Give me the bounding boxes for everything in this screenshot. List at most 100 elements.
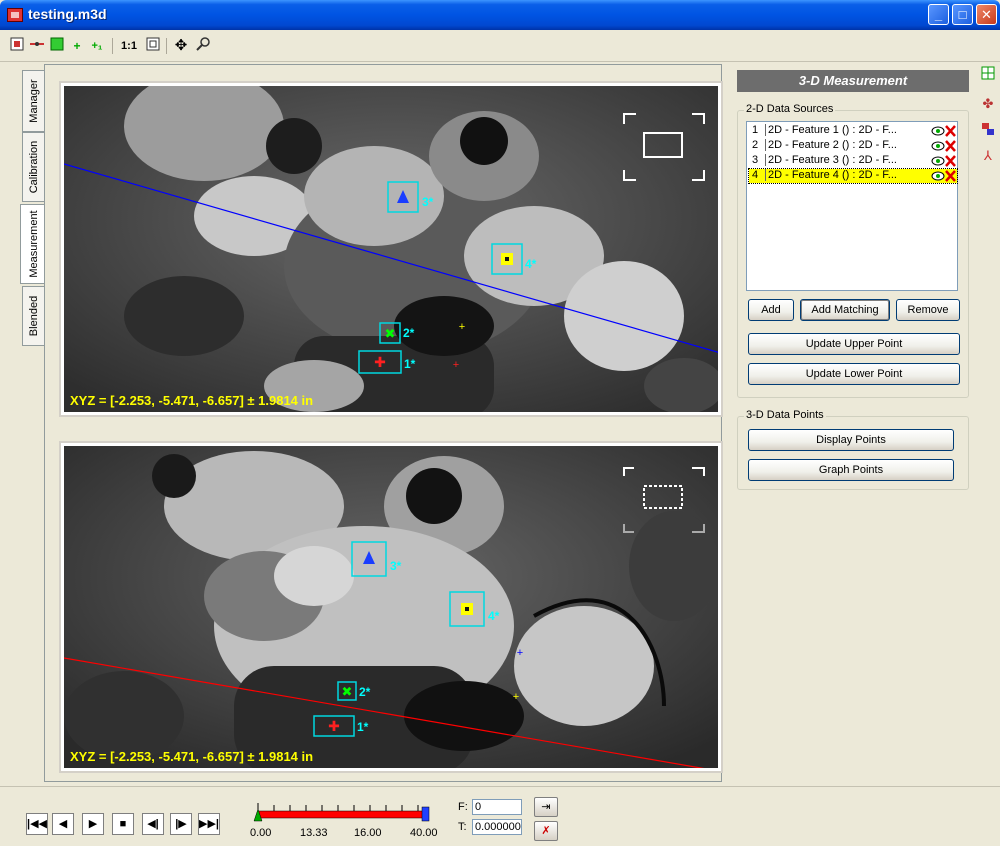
prev-frame-button[interactable]: ◀| (142, 813, 164, 835)
update-lower-point-button[interactable]: Update Lower Point (748, 363, 960, 385)
source-index: 1 (752, 124, 759, 136)
toolbar-separator (112, 38, 113, 54)
group-label: 2-D Data Sources (744, 103, 836, 115)
add-button[interactable]: Add (748, 299, 794, 321)
xyz-readout: XYZ = [-2.253, -5.471, -6.657] ± 1.9814 … (70, 749, 314, 764)
time-label: T: (458, 821, 467, 833)
toolbar-separator (166, 38, 167, 54)
end-marker[interactable] (421, 806, 430, 822)
zoom-1-1-button[interactable]: 1:1 (118, 37, 140, 55)
tab-measurement[interactable]: Measurement (20, 204, 46, 284)
projection-marker: + (459, 321, 465, 333)
window-title: testing.m3d (28, 6, 107, 22)
remove-button[interactable]: Remove (896, 299, 960, 321)
visibility-remove-icons[interactable] (931, 139, 957, 153)
timeline-tick-label: 13.33 (300, 827, 328, 839)
feature-label: 2* (359, 685, 371, 699)
timeline-slider[interactable]: 0.00 13.33 16.00 40.00 (250, 797, 440, 841)
source-index: 2 (752, 139, 759, 151)
feature-label: 3* (422, 195, 434, 209)
data-sources-list[interactable]: 1 2D - Feature 1 () : 2D - F... 2 2D - F… (746, 121, 958, 291)
title-bar: testing.m3d _ □ ✕ (0, 0, 1000, 30)
play-button[interactable]: ▶ (82, 813, 104, 835)
timeline-track (253, 803, 430, 822)
timeline-tick-label: 16.00 (354, 827, 382, 839)
feature-label: 1* (357, 720, 369, 734)
feature-label: 2* (403, 326, 415, 340)
camera-select-icon[interactable] (980, 122, 996, 138)
add-matching-button[interactable]: Add Matching (800, 299, 890, 321)
timeline-tick-label: 0.00 (250, 827, 272, 839)
time-input[interactable]: 0.000000 (472, 819, 522, 835)
svg-text:✖: ✖ (342, 684, 353, 699)
list-item[interactable]: 3 2D - Feature 3 () : 2D - F... (749, 154, 957, 168)
panel-title: 3-D Measurement (737, 70, 969, 92)
next-frame-button[interactable]: |▶ (170, 813, 192, 835)
add-point-icon[interactable]: + (68, 37, 86, 55)
feature-label: 4* (525, 257, 537, 271)
measurement-panel: 3-D Measurement 2-D Data Sources 1 2D - … (737, 70, 969, 490)
maximize-button[interactable]: □ (952, 4, 973, 25)
timeline-tick-label: 40.00 (410, 827, 438, 839)
camera-views-panel: ✖ ✚ + + 3* 4* 2* 1* XYZ = [-2.253, -5.47… (44, 64, 723, 782)
feature-label: 1* (404, 357, 416, 371)
tab-manager[interactable]: Manager (22, 70, 44, 132)
fit-view-icon[interactable] (144, 37, 162, 55)
list-item-selected[interactable]: 4 2D - Feature 4 () : 2D - F... (748, 168, 958, 184)
source-name: 2D - Feature 2 () : 2D - F... (765, 139, 929, 151)
source-name: 2D - Feature 3 () : 2D - F... (765, 154, 929, 166)
segment-icon[interactable] (28, 37, 46, 55)
projection-marker: + (517, 647, 523, 659)
axes-icon[interactable]: ⅄ (980, 148, 996, 164)
upper-camera-image: ✖ ✚ + + 3* 4* 2* 1* (64, 86, 718, 412)
minimize-button[interactable]: _ (928, 4, 949, 25)
source-name: 2D - Feature 4 () : 2D - F... (765, 169, 929, 181)
visibility-remove-icons[interactable] (931, 169, 957, 183)
toolbar: + +₁ 1:1 ✥ (0, 30, 1000, 62)
visibility-remove-icons[interactable] (931, 124, 957, 138)
visibility-remove-icons[interactable] (931, 154, 957, 168)
svg-text:✚: ✚ (328, 718, 340, 734)
source-index: 3 (752, 154, 759, 166)
feature-label: 4* (488, 609, 500, 623)
tab-label: Measurement (27, 210, 40, 278)
feature-label: 3* (390, 559, 402, 573)
list-item[interactable]: 1 2D - Feature 1 () : 2D - F... (749, 124, 957, 138)
frame-input[interactable]: 0 (472, 799, 522, 815)
svg-text:✚: ✚ (374, 354, 386, 370)
tab-blended[interactable]: Blended (22, 286, 44, 346)
close-button[interactable]: ✕ (976, 4, 997, 25)
app-icon (7, 8, 23, 22)
display-points-button[interactable]: Display Points (748, 429, 954, 451)
data-sources-group: 2-D Data Sources 1 2D - Feature 1 () : 2… (737, 103, 969, 398)
playback-bar: |◀◀ ◀ ▶ ■ ◀| |▶ ▶▶| 0.00 13.33 16.00 40.… (0, 786, 1000, 846)
clear-range-icon[interactable]: ✗ (534, 821, 558, 841)
lower-camera-view[interactable]: ✖ ✚ + + 3* 4* 2* 1* XYZ = [-2.253, -5.47… (59, 441, 723, 773)
frame-label: F: (458, 801, 468, 813)
pan-icon[interactable]: ✥ (172, 37, 190, 55)
data-points-group: 3-D Data Points Display Points Graph Poi… (737, 409, 969, 490)
list-item[interactable]: 2 2D - Feature 2 () : 2D - F... (749, 139, 957, 153)
tab-label: Manager (27, 79, 40, 123)
stop-button[interactable]: ■ (112, 813, 134, 835)
capture-icon[interactable] (8, 37, 26, 55)
xyz-readout: XYZ = [-2.253, -5.471, -6.657] ± 1.9814 … (70, 393, 314, 408)
set-range-icon[interactable]: ⇥ (534, 797, 558, 817)
zoom-icon[interactable] (194, 37, 212, 55)
svg-text:✖: ✖ (385, 326, 396, 341)
step-back-button[interactable]: ◀ (52, 813, 74, 835)
add-point-one-icon[interactable]: +₁ (88, 37, 106, 55)
tab-label: Calibration (27, 140, 40, 194)
first-frame-button[interactable]: |◀◀ (26, 813, 48, 835)
grid-icon[interactable] (980, 66, 996, 82)
graph-points-button[interactable]: Graph Points (748, 459, 954, 481)
last-frame-button[interactable]: ▶▶| (198, 813, 220, 835)
model-icon[interactable]: ✤ (980, 96, 996, 112)
upper-camera-view[interactable]: ✖ ✚ + + 3* 4* 2* 1* XYZ = [-2.253, -5.47… (59, 81, 723, 417)
projection-marker: + (513, 691, 519, 703)
tab-calibration[interactable]: Calibration (22, 132, 44, 202)
region-icon[interactable] (48, 37, 66, 55)
tab-label: Blended (27, 295, 40, 337)
update-upper-point-button[interactable]: Update Upper Point (748, 333, 960, 355)
projection-marker: + (453, 359, 459, 371)
